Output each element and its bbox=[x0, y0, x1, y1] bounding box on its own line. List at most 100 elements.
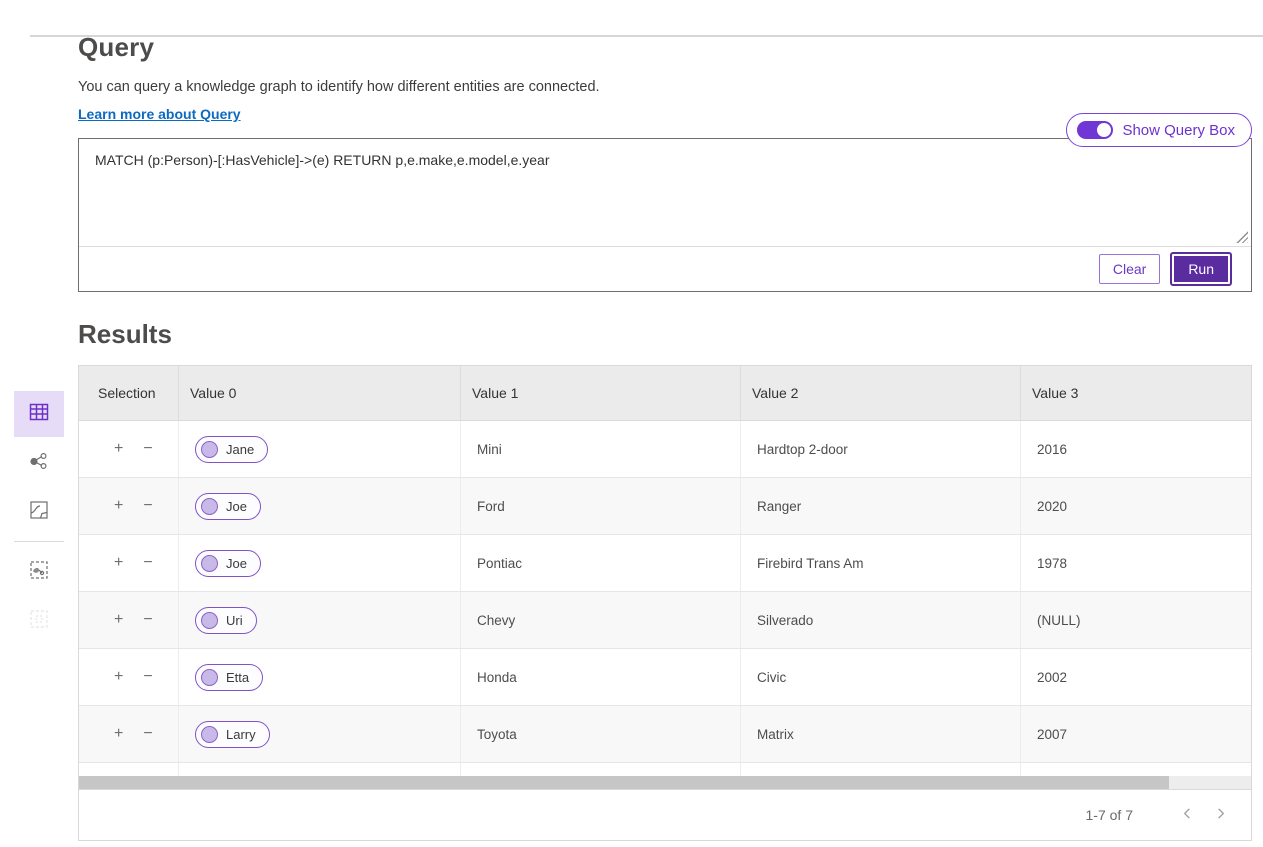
column-header: Value 3 bbox=[1021, 366, 1251, 420]
entity-node-icon bbox=[201, 555, 218, 572]
entity-pill[interactable]: Joe bbox=[195, 550, 261, 577]
table-row: +− Larry ToyotaMatrix2007 bbox=[79, 706, 1251, 763]
table-body: +−JaneMiniHardtop 2-door2016+−JoeFordRan… bbox=[79, 421, 1251, 776]
value-cell: Silverado bbox=[741, 592, 1021, 648]
view-button-link-chart-view[interactable] bbox=[14, 440, 64, 486]
toggle-switch-icon bbox=[1077, 121, 1113, 139]
value-cell: 2007 bbox=[1021, 706, 1251, 762]
entity-pill[interactable]: Joe bbox=[195, 493, 261, 520]
map-overlay-view-icon bbox=[27, 558, 51, 587]
value-cell: 2020 bbox=[1021, 478, 1251, 534]
table-header-row: SelectionValue 0Value 1Value 2Value 3 bbox=[79, 366, 1251, 421]
table-row: +−EttaHondaCivic2002 bbox=[79, 649, 1251, 706]
chevron-left-icon bbox=[1181, 807, 1194, 820]
remove-from-selection-button[interactable]: − bbox=[141, 667, 154, 687]
remove-from-selection-button[interactable]: − bbox=[141, 553, 154, 573]
entity-node-icon bbox=[201, 669, 218, 686]
view-button-table-view[interactable] bbox=[14, 391, 64, 437]
link-chart-view-icon bbox=[27, 449, 51, 478]
value-cell: 2002 bbox=[1021, 649, 1251, 705]
remove-from-selection-button[interactable]: − bbox=[141, 439, 154, 459]
add-to-selection-button[interactable]: + bbox=[112, 724, 125, 744]
entity-cell: Jane bbox=[179, 421, 461, 477]
value-cell: (NULL) bbox=[1021, 592, 1251, 648]
entity-pill[interactable]: Etta bbox=[195, 664, 263, 691]
selection-cell: +− bbox=[79, 478, 179, 534]
add-to-selection-button[interactable]: + bbox=[112, 610, 125, 630]
horizontal-scrollbar-thumb[interactable] bbox=[79, 776, 1169, 789]
chevron-right-icon bbox=[1214, 807, 1227, 820]
value-cell: Hardtop 2-door bbox=[741, 421, 1021, 477]
entity-name: Larry bbox=[226, 727, 256, 742]
selection-cell: +− bbox=[79, 592, 179, 648]
table-row: +− Uri ChevySilverado(NULL) bbox=[79, 592, 1251, 649]
remove-from-selection-button[interactable]: − bbox=[141, 496, 154, 516]
entity-cell: Etta bbox=[179, 649, 461, 705]
table-view-icon bbox=[27, 400, 51, 429]
value-cell: Toyota bbox=[461, 706, 741, 762]
value-cell: 1978 bbox=[1021, 535, 1251, 591]
value-cell: Pontiac bbox=[461, 535, 741, 591]
query-box: MATCH (p:Person)-[:HasVehicle]->(e) RETU… bbox=[78, 138, 1252, 292]
remove-from-selection-button[interactable]: − bbox=[141, 724, 154, 744]
value-cell bbox=[1021, 763, 1251, 776]
entity-name: Jane bbox=[226, 442, 254, 457]
entity-cell bbox=[179, 763, 461, 776]
pagination-bar: 1-7 of 7 bbox=[79, 789, 1251, 840]
entity-pill[interactable]: Jane bbox=[195, 436, 268, 463]
add-to-selection-button[interactable]: + bbox=[112, 439, 125, 459]
column-header: Value 2 bbox=[741, 366, 1021, 420]
value-cell bbox=[461, 763, 741, 776]
remove-from-selection-button[interactable]: − bbox=[141, 610, 154, 630]
query-input[interactable]: MATCH (p:Person)-[:HasVehicle]->(e) RETU… bbox=[79, 139, 1251, 246]
entity-name: Etta bbox=[226, 670, 249, 685]
view-button-layout-view bbox=[14, 598, 64, 644]
value-cell bbox=[741, 763, 1021, 776]
selection-cell: +− bbox=[79, 535, 179, 591]
column-header: Value 0 bbox=[179, 366, 461, 420]
value-cell: Chevy bbox=[461, 592, 741, 648]
value-cell: Firebird Trans Am bbox=[741, 535, 1021, 591]
pagination-prev-button[interactable] bbox=[1171, 803, 1204, 827]
table-row: +− Joe PontiacFirebird Trans Am1978 bbox=[79, 535, 1251, 592]
view-icon-rail bbox=[14, 391, 64, 647]
column-header: Selection bbox=[79, 366, 179, 420]
entity-name: Joe bbox=[226, 556, 247, 571]
learn-more-link[interactable]: Learn more about Query bbox=[78, 106, 241, 122]
pagination-next-button[interactable] bbox=[1204, 803, 1237, 827]
entity-cell: Uri bbox=[179, 592, 461, 648]
horizontal-scrollbar bbox=[79, 776, 1251, 789]
entity-node-icon bbox=[201, 726, 218, 743]
run-button[interactable]: Run bbox=[1172, 254, 1230, 284]
map-view-icon bbox=[27, 498, 51, 527]
add-to-selection-button[interactable]: + bbox=[112, 553, 125, 573]
entity-node-icon bbox=[201, 498, 218, 515]
value-cell: Matrix bbox=[741, 706, 1021, 762]
table-row: +− bbox=[79, 763, 1251, 776]
entity-cell: Joe bbox=[179, 535, 461, 591]
entity-pill[interactable]: Larry bbox=[195, 721, 270, 748]
entity-node-icon bbox=[201, 441, 218, 458]
selection-cell: +− bbox=[79, 649, 179, 705]
table-row: +− Joe FordRanger2020 bbox=[79, 478, 1251, 535]
value-cell: Ranger bbox=[741, 478, 1021, 534]
add-to-selection-button[interactable]: + bbox=[112, 496, 125, 516]
query-actions: Clear Run bbox=[79, 246, 1251, 291]
view-button-map-overlay-view[interactable] bbox=[14, 549, 64, 595]
view-button-map-view[interactable] bbox=[14, 489, 64, 535]
entity-cell: Joe bbox=[179, 478, 461, 534]
value-cell: Ford bbox=[461, 478, 741, 534]
toggle-label: Show Query Box bbox=[1122, 122, 1235, 139]
add-to-selection-button[interactable]: + bbox=[112, 667, 125, 687]
page-title: Query bbox=[78, 32, 1252, 63]
entity-cell: Larry bbox=[179, 706, 461, 762]
clear-button[interactable]: Clear bbox=[1099, 254, 1160, 284]
entity-pill[interactable]: Uri bbox=[195, 607, 257, 634]
selection-cell: +− bbox=[79, 421, 179, 477]
column-header: Value 1 bbox=[461, 366, 741, 420]
entity-name: Joe bbox=[226, 499, 247, 514]
results-table-card: SelectionValue 0Value 1Value 2Value 3 +−… bbox=[78, 365, 1252, 841]
pagination-range-label: 1-7 of 7 bbox=[1086, 807, 1133, 823]
layout-view-icon bbox=[27, 607, 51, 636]
selection-cell: +− bbox=[79, 706, 179, 762]
